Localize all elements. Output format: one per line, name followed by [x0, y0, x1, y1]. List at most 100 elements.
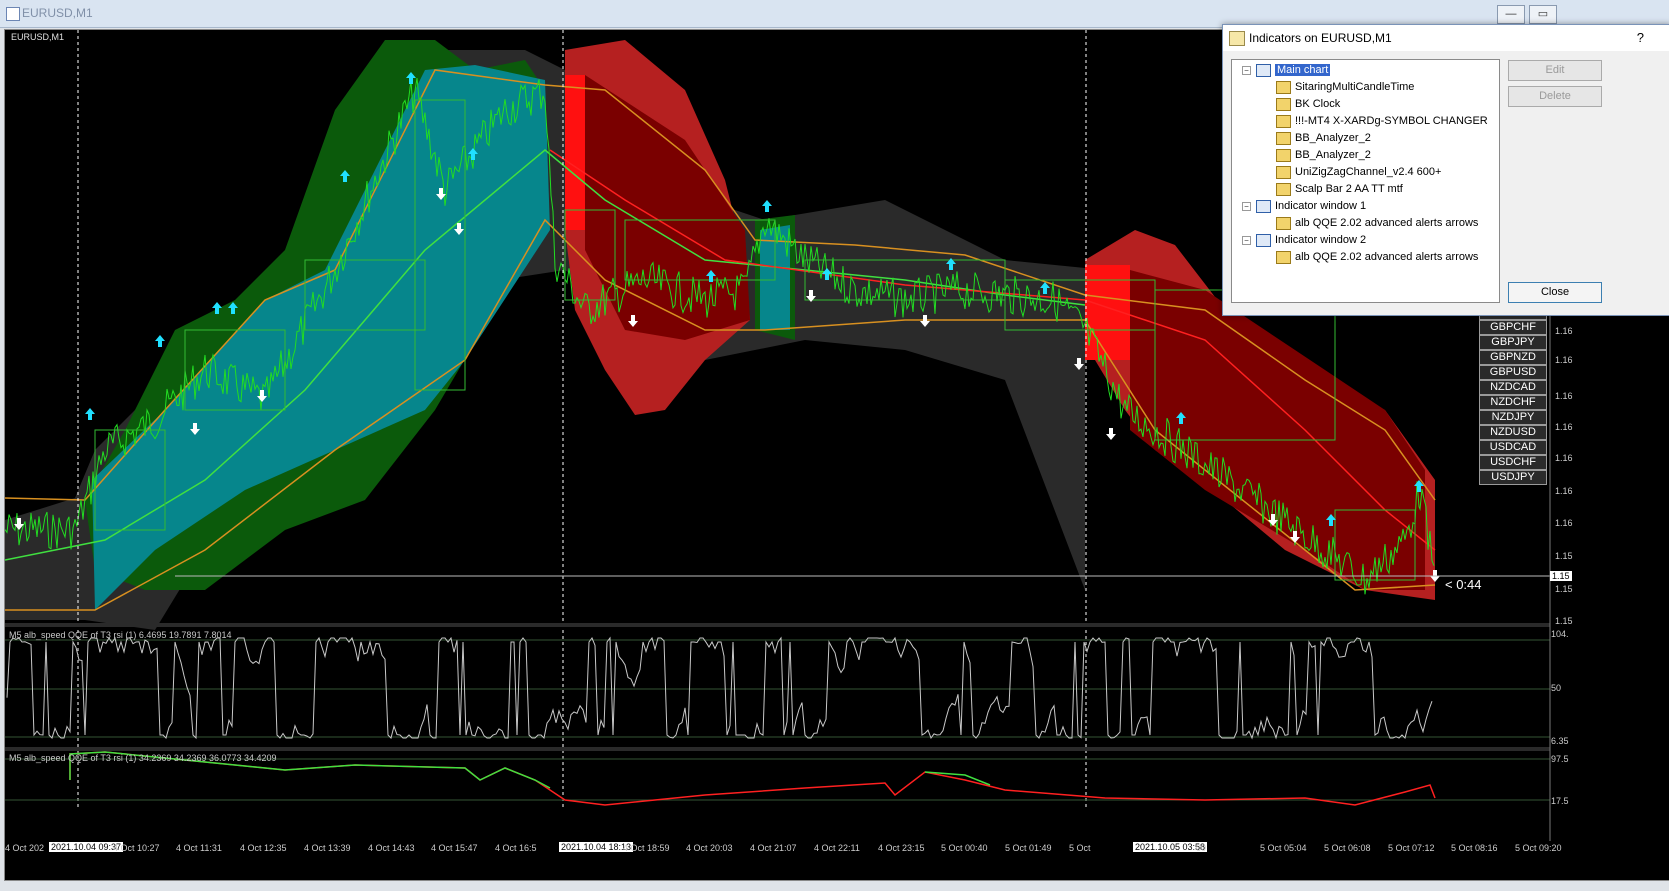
time-axis-label: 5 Oct 07:12: [1388, 843, 1435, 853]
price-scale-label: 1.16: [1555, 422, 1573, 432]
subwindow-1-scale-bottom: 6.35: [1551, 736, 1569, 746]
time-axis-label: 00: [1196, 843, 1207, 853]
tree-node-label: SitaringMultiCandleTime: [1295, 81, 1415, 93]
symbol-button-usdchf[interactable]: USDCHF: [1479, 455, 1547, 470]
collapse-toggle-icon[interactable]: −: [1242, 66, 1251, 75]
tree-node-label: alb QQE 2.02 advanced alerts arrows: [1295, 251, 1479, 263]
edit-button[interactable]: Edit: [1508, 60, 1602, 81]
indicator-fx-icon: [1276, 148, 1291, 162]
indicator-fx-icon: [1276, 165, 1291, 179]
time-axis-label: 4 Oct 11:31: [176, 843, 222, 853]
indicator-fx-icon: [1276, 80, 1291, 94]
tree-indicator-node[interactable]: alb QQE 2.02 advanced alerts arrows: [1276, 249, 1478, 266]
time-axis-label: 4 Oct 23:15: [878, 843, 925, 853]
time-axis-label: 4 Oct 12:35: [240, 843, 287, 853]
time-axis-label: 4 Oct 202: [5, 843, 45, 853]
tree-node-label: !!!-MT4 X-XARDg-SYMBOL CHANGER: [1295, 115, 1488, 127]
dialog-title: Indicators on EURUSD,M1: [1249, 31, 1392, 45]
buy-arrow-icon: [762, 200, 772, 212]
tree-window-node[interactable]: Indicator window 1: [1256, 198, 1366, 215]
price-scale-label: 1.16: [1555, 391, 1573, 401]
subwindow-2-label: M5 alb_speed QQE of T3 rsi (1) 34.2369 3…: [9, 753, 277, 763]
time-axis: 4 Oct 202 2021.10.04 09:37 4 Oct 10:27 4 Oc…: [5, 841, 1565, 855]
tree-node-label: Scalp Bar 2 AA TT mtf: [1295, 183, 1403, 195]
symbol-button-usdcad[interactable]: USDCAD: [1479, 440, 1547, 455]
indicator-fx-icon: [1276, 250, 1291, 264]
tree-indicator-node[interactable]: Scalp Bar 2 AA TT mtf: [1276, 181, 1403, 198]
pane-separator-1: [5, 623, 1550, 627]
tree-indicator-node[interactable]: BB_Analyzer_2: [1276, 130, 1371, 147]
symbol-button-nzdchf[interactable]: NZDCHF: [1479, 395, 1547, 410]
indicators-icon: [1229, 31, 1245, 46]
time-axis-label: 5 Oct 01:49: [1005, 843, 1052, 853]
time-axis-label: 4 Oct 13:39: [304, 843, 351, 853]
tree-node-label: BK Clock: [1295, 98, 1341, 110]
time-axis-label: 4 Oct 21:07: [750, 843, 797, 853]
symbol-button-gbpjpy[interactable]: GBPJPY: [1479, 335, 1547, 350]
candle-timer: < 0:44: [1445, 577, 1482, 592]
tree-indicator-node[interactable]: !!!-MT4 X-XARDg-SYMBOL CHANGER: [1276, 113, 1488, 130]
indicator-tree[interactable]: Main chart − SitaringMultiCandleTime BK Clo…: [1231, 59, 1500, 303]
time-axis-label: 4 Oct 18:59: [623, 843, 670, 853]
window-title: EURUSD,M1: [22, 6, 93, 20]
time-axis-label: 5 Oct: [1069, 843, 1091, 853]
time-axis-label: 4 Oct 14:43: [368, 843, 415, 853]
time-axis-label: 4 Oct 20:03: [686, 843, 733, 853]
buy-arrow-icon: [155, 335, 165, 347]
chart-window-icon: [6, 7, 20, 21]
minimize-button[interactable]: —: [1497, 5, 1525, 24]
close-button[interactable]: Close: [1508, 282, 1602, 303]
time-axis-label: 5 Oct 08:16: [1451, 843, 1498, 853]
price-scale-label: 1.15: [1555, 584, 1573, 594]
price-scale-label: 1.15: [1555, 551, 1573, 561]
time-axis-label: 5 Oct 05:04: [1260, 843, 1307, 853]
collapse-toggle-icon[interactable]: −: [1242, 202, 1251, 211]
time-axis-label: 5 Oct 09:20: [1515, 843, 1562, 853]
symbol-button-gbpnzd[interactable]: GBPNZD: [1479, 350, 1547, 365]
buy-arrow-icon: [85, 408, 95, 420]
price-scale-label: 1.16: [1555, 355, 1573, 365]
symbol-button-gbpusd[interactable]: GBPUSD: [1479, 365, 1547, 380]
chart-window-icon: [1256, 199, 1271, 213]
time-axis-label: 4 Oct 10:27: [113, 843, 160, 853]
tree-window-node[interactable]: Indicator window 2: [1256, 232, 1366, 249]
tree-window-node[interactable]: Main chart: [1256, 62, 1331, 79]
tree-node-label: UniZigZagChannel_v2.4 600+: [1295, 166, 1442, 178]
price-scale-label: 1.16: [1555, 453, 1573, 463]
tree-indicator-node[interactable]: BK Clock: [1276, 96, 1340, 113]
tree-indicator-node[interactable]: SitaringMultiCandleTime: [1276, 79, 1414, 96]
symbol-period-label: EURUSD,M1: [11, 32, 65, 42]
symbol-button-nzdjpy[interactable]: NZDJPY: [1479, 410, 1547, 425]
indicator-fx-icon: [1276, 114, 1291, 128]
tree-node-label: BB_Analyzer_2: [1295, 149, 1371, 161]
symbol-button-nzdcad[interactable]: NZDCAD: [1479, 380, 1547, 395]
time-axis-label: 5 Oct 06:08: [1324, 843, 1371, 853]
help-icon[interactable]: ?: [1637, 30, 1644, 45]
current-price-tag: 1.15: [1550, 571, 1572, 581]
indicator-fx-icon: [1276, 182, 1291, 196]
collapse-toggle-icon[interactable]: −: [1242, 236, 1251, 245]
tree-node-label: Indicator window 2: [1275, 234, 1367, 246]
tree-node-label: alb QQE 2.02 advanced alerts arrows: [1295, 217, 1479, 229]
delete-button[interactable]: Delete: [1508, 86, 1602, 107]
dialog-titlebar: Indicators on EURUSD,M1 ?: [1223, 25, 1669, 51]
tree-node-label: Main chart: [1275, 64, 1331, 76]
time-axis-label: 4 Oct 16:5: [495, 843, 537, 853]
subwindow-1-scale-top: 104.: [1551, 629, 1569, 639]
tree-indicator-node[interactable]: alb QQE 2.02 advanced alerts arrows: [1276, 215, 1478, 232]
indicators-dialog: Indicators on EURUSD,M1 ? Main chart − Sit…: [1222, 24, 1669, 316]
sell-arrow-icon: [1106, 428, 1116, 440]
symbol-button-gbpchf[interactable]: GBPCHF: [1479, 320, 1547, 335]
subwindow-1-label: M5 alb_speed QQE of T3 rsi (1) 6.4695 19…: [9, 630, 232, 640]
price-scale-label: 1.16: [1555, 326, 1573, 336]
tree-indicator-node[interactable]: UniZigZagChannel_v2.4 600+: [1276, 164, 1441, 181]
indicator-fx-icon: [1276, 97, 1291, 111]
qqe-subwindow-1: [5, 636, 1550, 740]
symbol-button-nzdusd[interactable]: NZDUSD: [1479, 425, 1547, 440]
time-axis-label: 2021.10.04 09:37: [49, 842, 124, 852]
indicator-fx-icon: [1276, 131, 1291, 145]
maximize-button[interactable]: ▭: [1529, 5, 1557, 24]
tree-indicator-node[interactable]: BB_Analyzer_2: [1276, 147, 1371, 164]
symbol-button-usdjpy[interactable]: USDJPY: [1479, 470, 1547, 485]
price-scale-label: 1.16: [1555, 518, 1573, 528]
